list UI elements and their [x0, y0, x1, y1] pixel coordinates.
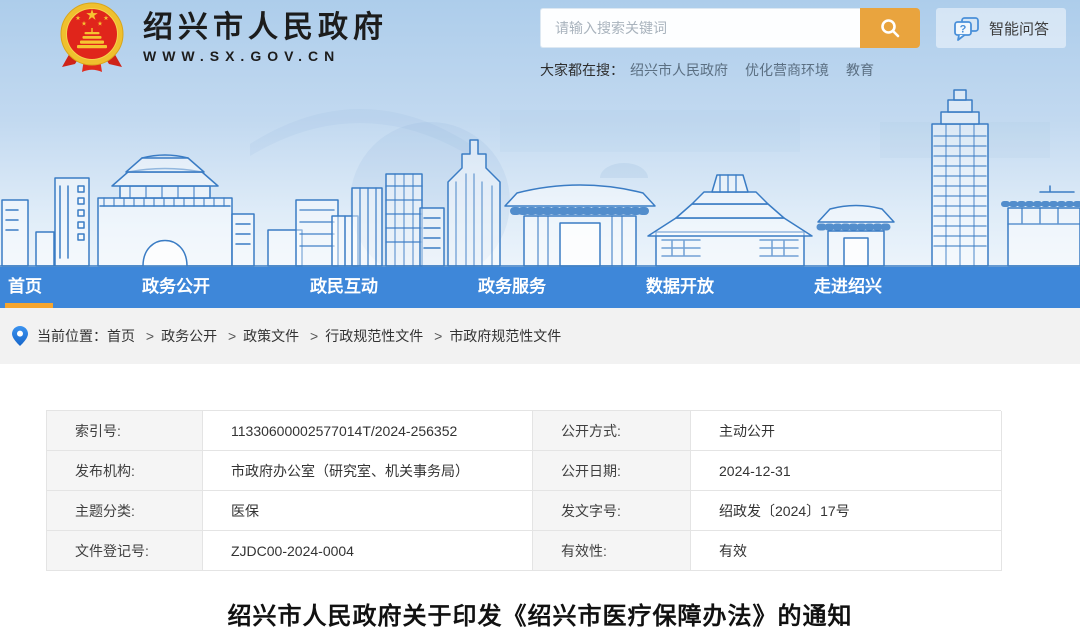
breadcrumb: 当前位置： 首页 > 政务公开 > 政策文件 > 行政规范 [0, 308, 1080, 364]
nav-item[interactable]: 首页 [8, 267, 42, 308]
hot-search-link[interactable]: 教育 [846, 60, 874, 80]
hot-search-link[interactable]: 绍兴市人民政府 [630, 60, 728, 80]
info-label: 有效性: [533, 531, 691, 571]
hot-search-row: 大家都在搜： 绍兴市人民政府优化营商环境教育 [540, 60, 874, 80]
info-value: 主动公开 [691, 411, 1002, 451]
nav-item[interactable]: 政务服务 [478, 267, 546, 308]
site-name: 绍兴市人民政府 [143, 11, 388, 45]
info-label: 公开日期: [533, 451, 691, 491]
info-label: 索引号: [47, 411, 203, 451]
national-emblem-icon [55, 1, 129, 75]
breadcrumb-item: 首页 > [107, 326, 161, 346]
search-bar [540, 8, 920, 48]
hot-search-label: 大家都在搜： [540, 60, 624, 80]
svg-text:?: ? [960, 23, 967, 35]
info-value: ZJDC00-2024-0004 [203, 531, 533, 571]
document-title: 绍兴市人民政府关于印发《绍兴市医疗保障办法》的通知 [0, 596, 1080, 628]
search-button[interactable] [860, 8, 920, 48]
nav-item[interactable]: 走进绍兴 [814, 267, 882, 308]
nav-item[interactable]: 政务公开 [142, 267, 210, 308]
city-skyline-illustration [0, 82, 1080, 267]
info-value: 有效 [691, 531, 1002, 571]
doc-info-table: 索引号: 11330600002577014T/2024-256352 公开方式… [46, 410, 1001, 571]
main-nav: 首页 政务公开 政民互动 政务服务 数据开放 走进绍兴 [0, 267, 1080, 308]
info-value: 2024-12-31 [691, 451, 1002, 491]
breadcrumb-item: 政策文件 > [243, 326, 325, 346]
nav-item[interactable]: 政民互动 [310, 267, 378, 308]
breadcrumb-item: 政务公开 > [161, 326, 243, 346]
info-value: 市政府办公室（研究室、机关事务局） [203, 451, 533, 491]
breadcrumb-item: 行政规范性文件 > [325, 326, 449, 346]
search-input[interactable] [540, 8, 860, 48]
info-label: 公开方式: [533, 411, 691, 451]
hot-search-link[interactable]: 优化营商环境 [745, 60, 829, 80]
smart-qa-label: 智能问答 [989, 18, 1049, 39]
search-icon [879, 17, 901, 39]
breadcrumb-item: 市政府规范性文件 [449, 326, 575, 346]
info-label: 发文字号: [533, 491, 691, 531]
info-label: 文件登记号: [47, 531, 203, 571]
breadcrumb-prefix: 当前位置： [37, 326, 107, 346]
site-logo[interactable]: 绍兴市人民政府 WWW.SX.GOV.CN [55, 1, 388, 75]
info-value: 医保 [203, 491, 533, 531]
info-label: 主题分类: [47, 491, 203, 531]
info-value: 11330600002577014T/2024-256352 [203, 411, 533, 451]
site-url: WWW.SX.GOV.CN [143, 48, 388, 64]
chat-question-icon: ? [953, 16, 980, 41]
info-label: 发布机构: [47, 451, 203, 491]
info-value: 绍政发〔2024〕17号 [691, 491, 1002, 531]
nav-item[interactable]: 数据开放 [646, 267, 714, 308]
location-pin-icon [12, 326, 28, 346]
banner: 绍兴市人民政府 WWW.SX.GOV.CN ? 智能问答 [0, 0, 1080, 267]
smart-qa-button[interactable]: ? 智能问答 [936, 8, 1066, 48]
page: 绍兴市人民政府 WWW.SX.GOV.CN ? 智能问答 [0, 0, 1080, 628]
